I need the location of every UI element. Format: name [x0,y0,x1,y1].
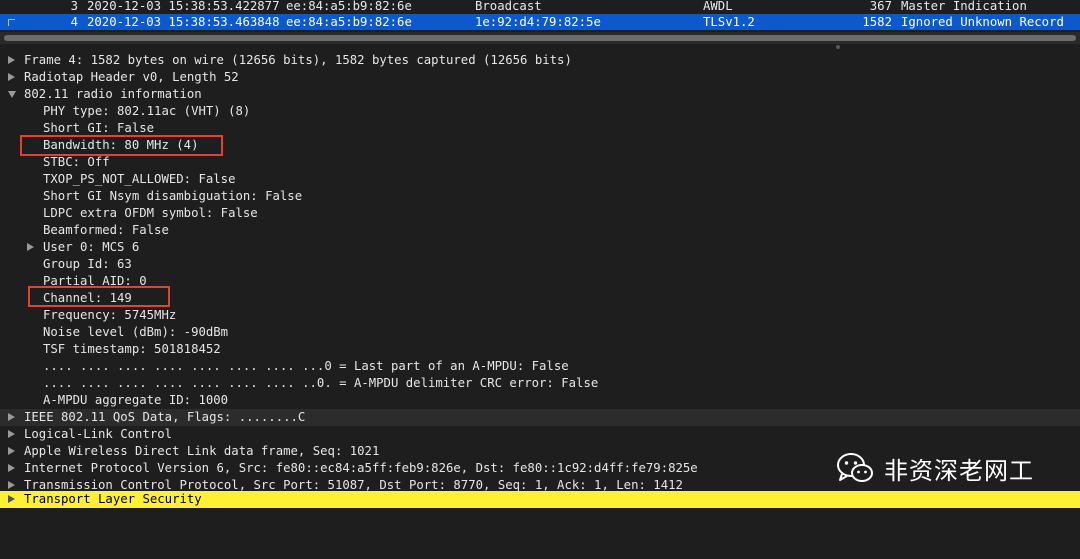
splitter-grip-icon[interactable] [836,45,840,49]
packet-number: 4 [70,15,78,29]
packet-list: 3 2020-12-03 15:38:53.422877 ee:84:a5:b9… [0,0,1080,32]
selection-marker-icon [8,19,15,26]
tree-item-label: Transport Layer Security [24,492,202,506]
packet-time: 2020-12-03 15:38:53.422877 [87,0,280,13]
packet-row-selected[interactable]: 4 2020-12-03 15:38:53.463848 ee:84:a5:b9… [0,14,1080,30]
expand-arrow-icon[interactable] [8,56,15,64]
tree-item-label: Frame 4: 1582 bytes on wire (12656 bits)… [24,53,572,67]
field-label: LDPC extra OFDM symbol: False [43,206,258,220]
packet-destination: Broadcast [475,0,542,13]
field-short-gi-nsym[interactable]: Short GI Nsym disambiguation: False [0,188,1080,205]
tree-item-label: IEEE 802.11 QoS Data, Flags: ........C [24,410,306,424]
tree-item-user0[interactable]: User 0: MCS 6 [0,239,1080,256]
field-stbc[interactable]: STBC: Off [0,154,1080,171]
field-label: TSF timestamp: 501818452 [43,342,221,356]
field-ampdu-aggregate-id[interactable]: A-MPDU aggregate ID: 1000 [0,392,1080,409]
packet-info: Master Indication [901,0,1027,13]
field-label: Frequency: 5745MHz [43,308,177,322]
tree-item-ieee80211[interactable]: IEEE 802.11 QoS Data, Flags: ........C [0,409,1080,426]
field-beamformed[interactable]: Beamformed: False [0,222,1080,239]
field-txop[interactable]: TXOP_PS_NOT_ALLOWED: False [0,171,1080,188]
collapse-arrow-icon[interactable] [8,91,16,98]
tree-item-tls[interactable]: Transport Layer Security [0,491,1080,508]
expand-arrow-icon[interactable] [8,413,15,421]
packet-details-tree: Frame 4: 1582 bytes on wire (12656 bits)… [0,52,1080,516]
tree-item-label: Apple Wireless Direct Link data frame, S… [24,444,380,458]
tree-item-llc[interactable]: Logical-Link Control [0,426,1080,443]
watermark-text: 非资深老网工 [884,456,1034,485]
tree-item-label: Radiotap Header v0, Length 52 [24,70,239,84]
packet-protocol: AWDL [703,0,733,13]
tree-item-label: Logical-Link Control [24,427,173,441]
watermark: 非资深老网工 [836,448,1034,488]
field-noise-level[interactable]: Noise level (dBm): -90dBm [0,324,1080,341]
tree-item-radiotap[interactable]: Radiotap Header v0, Length 52 [0,69,1080,86]
expand-arrow-icon[interactable] [8,481,15,489]
packet-destination: 1e:92:d4:79:82:5e [475,15,601,29]
expand-arrow-icon[interactable] [27,243,34,251]
field-label: PHY type: 802.11ac (VHT) (8) [43,104,251,118]
field-label: STBC: Off [43,155,110,169]
expand-arrow-icon[interactable] [8,495,15,503]
field-label: Beamformed: False [43,223,169,237]
packet-length: 1582 [862,15,892,29]
horizontal-scrollbar[interactable] [4,35,1076,41]
packet-source: ee:84:a5:b9:82:6e [286,0,412,13]
wechat-icon [837,453,873,482]
field-phy-type[interactable]: PHY type: 802.11ac (VHT) (8) [0,103,1080,120]
field-tsf-timestamp[interactable]: TSF timestamp: 501818452 [0,341,1080,358]
field-label: TXOP_PS_NOT_ALLOWED: False [43,172,236,186]
expand-arrow-icon[interactable] [8,464,15,472]
annotation-box-channel [28,286,170,307]
field-label: User 0: MCS 6 [43,240,140,254]
field-last-part-ampdu[interactable]: .... .... .... .... .... .... .... ...0 … [0,358,1080,375]
field-frequency[interactable]: Frequency: 5745MHz [0,307,1080,324]
tree-item-label: Internet Protocol Version 6, Src: fe80::… [24,461,698,475]
annotation-box-bandwidth [20,135,223,156]
expand-arrow-icon[interactable] [8,73,15,81]
packet-info: Ignored Unknown Record [901,15,1064,29]
packet-length: 367 [869,0,892,13]
packet-row[interactable]: 3 2020-12-03 15:38:53.422877 ee:84:a5:b9… [0,0,1080,14]
packet-time: 2020-12-03 15:38:53.463848 [87,15,280,29]
packet-number: 3 [70,0,78,13]
field-ldpc[interactable]: LDPC extra OFDM symbol: False [0,205,1080,222]
packet-protocol: TLSv1.2 [703,15,755,29]
field-label: .... .... .... .... .... .... .... ...0 … [43,359,569,373]
field-group-id[interactable]: Group Id: 63 [0,256,1080,273]
tree-item-frame[interactable]: Frame 4: 1582 bytes on wire (12656 bits)… [0,52,1080,69]
field-label: .... .... .... .... .... .... .... ..0. … [43,376,599,390]
packet-source: ee:84:a5:b9:82:6e [286,15,412,29]
tree-item-label: 802.11 radio information [24,87,202,101]
expand-arrow-icon[interactable] [8,430,15,438]
field-label: A-MPDU aggregate ID: 1000 [43,393,229,407]
field-label: Short GI Nsym disambiguation: False [43,189,303,203]
expand-arrow-icon[interactable] [8,447,15,455]
field-label: Group Id: 63 [43,257,132,271]
field-ampdu-crc-error[interactable]: .... .... .... .... .... .... .... ..0. … [0,375,1080,392]
tree-item-radio-info[interactable]: 802.11 radio information [0,86,1080,103]
field-label: Noise level (dBm): -90dBm [43,325,229,339]
